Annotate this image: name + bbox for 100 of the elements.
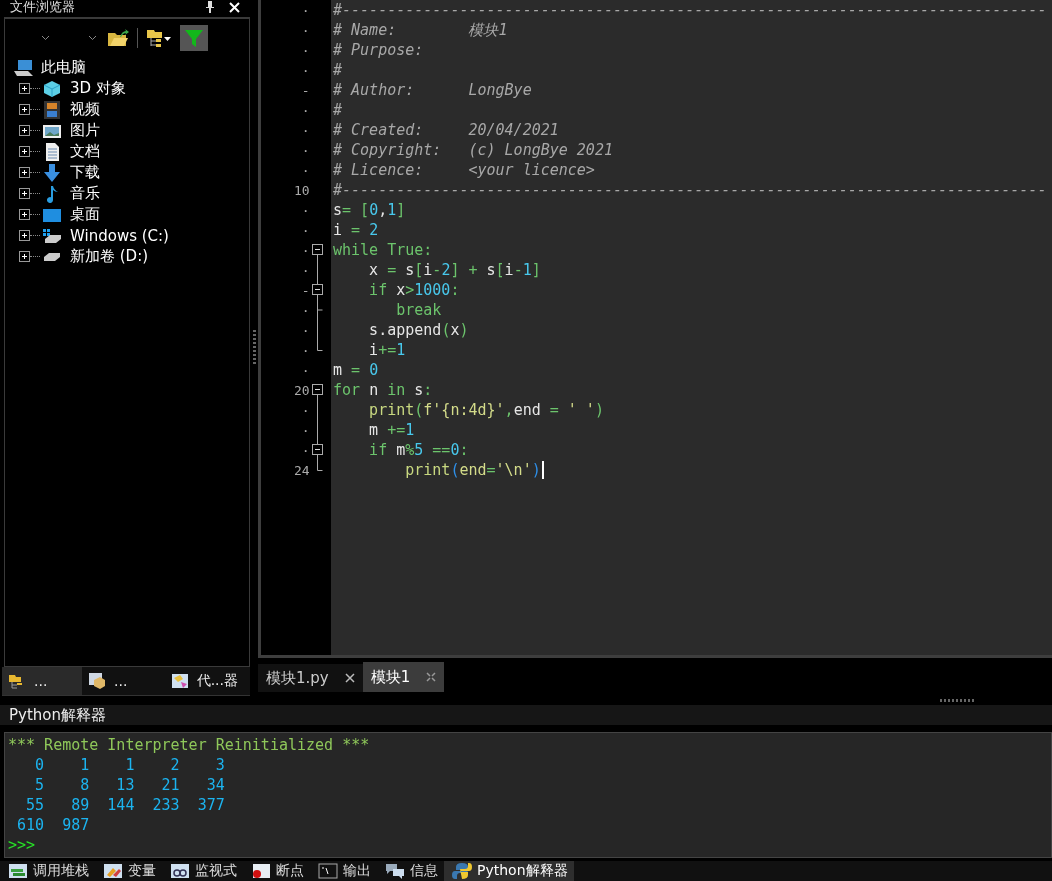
line-number: ·	[300, 142, 310, 158]
line-number: -	[300, 82, 310, 98]
tree-item[interactable]: 桌面	[70, 205, 100, 224]
variables-icon	[103, 863, 123, 880]
line-number: ·	[300, 42, 310, 58]
speech-bubbles-icon	[385, 863, 405, 880]
drive-icon	[42, 251, 62, 262]
expand-icon[interactable]	[19, 188, 30, 199]
expand-icon[interactable]	[19, 83, 30, 94]
code-line: i = 2	[333, 220, 379, 240]
folder-tree-icon[interactable]	[146, 28, 172, 48]
code-line: break	[395, 300, 442, 320]
expand-icon[interactable]	[19, 230, 30, 241]
fold-line	[316, 260, 318, 280]
line-number: ·	[300, 302, 310, 318]
line-number: ·	[300, 422, 310, 438]
expand-icon[interactable]	[19, 167, 30, 178]
breakpoint-icon	[251, 863, 271, 880]
panel-tab[interactable]: 代...器	[162, 667, 244, 695]
line-number: ·	[300, 122, 310, 138]
down-arrow-icon	[42, 163, 62, 182]
line-number: -	[300, 282, 310, 298]
panel-tab[interactable]: 输出	[310, 861, 377, 881]
desktop-icon	[42, 206, 62, 223]
pin-icon[interactable]	[205, 1, 215, 13]
tree-item[interactable]: 3D 对象	[70, 79, 126, 98]
expand-icon[interactable]	[19, 146, 30, 157]
expand-icon[interactable]	[19, 125, 30, 136]
code-line: #------------------------------------------------------------------------------	[333, 180, 1047, 200]
line-number: ·	[300, 442, 310, 458]
tree-item[interactable]: 音乐	[70, 184, 100, 203]
tree-item[interactable]: 视频	[70, 100, 100, 119]
console-line: *** Remote Interpreter Reinitialized ***	[8, 735, 370, 756]
tree-item[interactable]: 图片	[70, 121, 100, 140]
code-line: if x>1000:	[368, 280, 460, 300]
panel-tab[interactable]: 断点	[243, 861, 310, 881]
panel-tab[interactable]: 调用堆栈	[0, 861, 95, 881]
line-number: ·	[300, 342, 310, 358]
console-line: >>>	[8, 835, 36, 856]
cube-icon	[42, 79, 62, 98]
filter-button[interactable]	[180, 25, 208, 51]
close-icon[interactable]	[344, 673, 355, 683]
tree-item[interactable]: 此电脑	[41, 58, 86, 77]
code-line: x = s[i-2] + s[i-1]	[368, 260, 541, 280]
tree-item[interactable]: 下载	[70, 163, 100, 182]
panel-title: Python解释器	[9, 705, 106, 725]
tree-item[interactable]: 新加卷 (D:)	[70, 247, 149, 266]
code-line: #	[333, 60, 343, 80]
code-line: print(end='\n')	[404, 460, 541, 480]
console-line: 55 89 144 233 377	[25, 795, 225, 816]
console-line: 0 1 1 2 3	[34, 755, 225, 776]
code-line: #	[333, 100, 343, 120]
tree-item[interactable]: 文档	[70, 142, 100, 161]
folder-arrow-icon[interactable]	[107, 28, 129, 48]
dropdown-caret-icon[interactable]	[88, 35, 97, 41]
collapse-icon[interactable]	[311, 440, 323, 460]
editor-tab[interactable]: 模块1.py	[258, 664, 363, 692]
panel-tab[interactable]: Python解释器	[444, 861, 574, 881]
line-number: ·	[300, 62, 310, 78]
line-number: ·	[300, 222, 310, 238]
line-number: ·	[300, 242, 310, 258]
glasses-icon	[170, 863, 190, 880]
code-line: s= [0,1]	[333, 200, 406, 220]
console-line: 610 987	[16, 815, 90, 836]
line-number: ·	[300, 2, 310, 18]
fold-line	[316, 460, 323, 471]
panel-tab[interactable]: ...	[82, 667, 162, 695]
line-number: 24	[292, 462, 310, 478]
panel-tab[interactable]: ...	[2, 667, 82, 695]
panel-tab[interactable]: 信息	[377, 861, 444, 881]
expand-icon[interactable]	[19, 104, 30, 115]
panel-tab[interactable]: 监视式	[162, 861, 243, 881]
line-number: ·	[300, 162, 310, 178]
splitter-handle[interactable]	[252, 330, 256, 366]
panel-tab[interactable]: 变量	[95, 861, 162, 881]
expand-icon[interactable]	[19, 251, 30, 262]
tree-item[interactable]: Windows (C:)	[70, 226, 169, 245]
editor-tab[interactable]: 模块1	[362, 662, 445, 692]
dropdown-caret-icon[interactable]	[41, 35, 50, 41]
collapse-icon[interactable]	[311, 280, 323, 300]
code-line: print(f'{n:4d}',end = ' ')	[368, 400, 604, 420]
code-line: # Purpose:	[333, 40, 424, 60]
line-number: ·	[300, 362, 310, 378]
line-number: ·	[300, 202, 310, 218]
splitter-handle[interactable]	[940, 699, 974, 703]
film-icon	[42, 100, 62, 119]
code-line: # Author: LongBye	[333, 80, 532, 100]
code-line: while True:	[333, 240, 433, 260]
package-icon	[88, 672, 106, 690]
stack-icon	[8, 863, 28, 880]
window-icon	[170, 672, 189, 690]
code-line: # Name: 模块1	[333, 20, 508, 40]
line-number: ·	[300, 322, 310, 338]
drive-icon	[42, 226, 62, 245]
console-line: 5 8 13 21 34	[34, 775, 225, 796]
expand-icon[interactable]	[19, 209, 30, 220]
code-line: # Created: 20/04/2021	[333, 120, 559, 140]
code-line: for n in s:	[333, 380, 433, 400]
code-line: s.append(x)	[368, 320, 469, 340]
code-line: m = 0	[333, 360, 379, 380]
